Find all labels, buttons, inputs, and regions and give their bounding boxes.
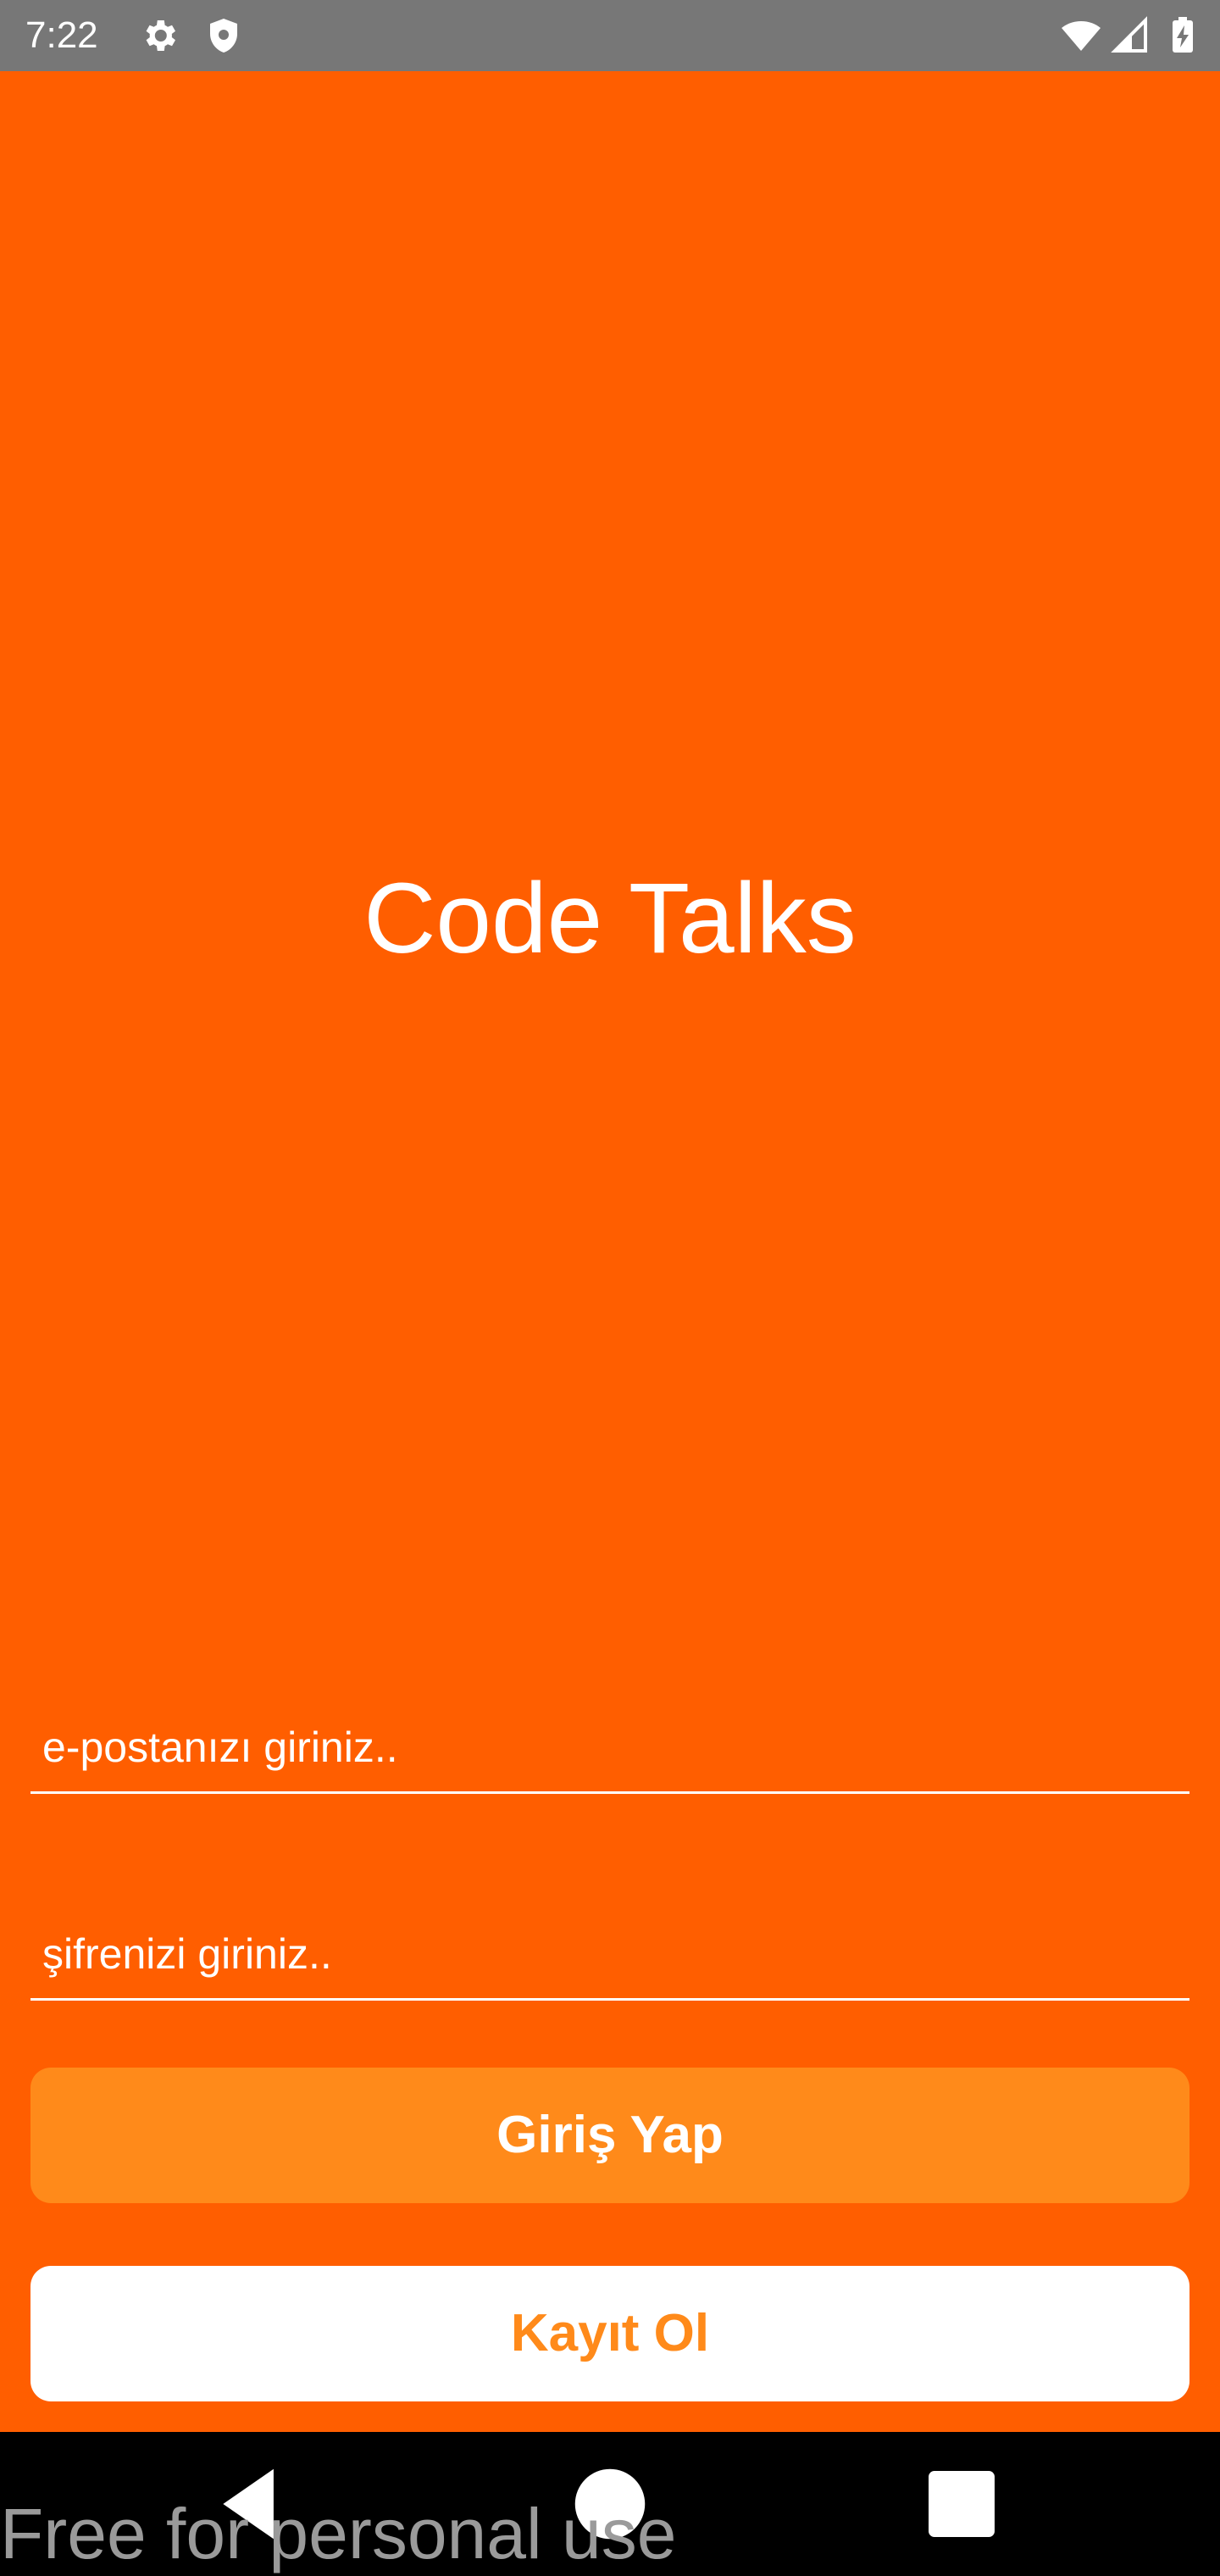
shield-icon — [210, 19, 237, 53]
email-field — [30, 1690, 1190, 1794]
status-bar: 7:22 — [0, 0, 1220, 71]
gear-icon — [146, 20, 175, 51]
watermark: Free for personal use — [0, 2494, 677, 2573]
cell-signal-icon — [1111, 16, 1147, 53]
battery-charging-icon — [1173, 17, 1193, 53]
status-time: 7:22 — [25, 14, 98, 56]
recents-icon[interactable] — [915, 2457, 1008, 2551]
login-button[interactable]: Giriş Yap — [30, 2068, 1190, 2203]
password-field — [30, 1896, 1190, 2001]
email-input[interactable] — [42, 1713, 1169, 1781]
wifi-icon — [1062, 21, 1101, 51]
app-title: Code Talks — [363, 863, 857, 974]
password-input[interactable] — [42, 1920, 1169, 1988]
register-button[interactable]: Kayıt Ol — [30, 2266, 1190, 2401]
